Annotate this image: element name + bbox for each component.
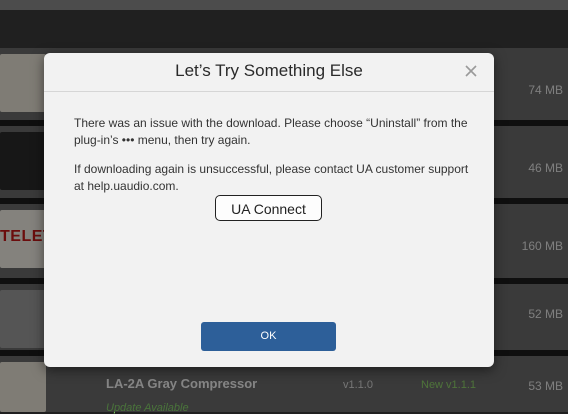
support-message: If downloading again is unsuccessful, pl… xyxy=(74,162,469,193)
ua-connect-button[interactable]: UA Connect xyxy=(215,195,322,221)
ok-button[interactable]: OK xyxy=(201,322,336,351)
error-message: There was an issue with the download. Pl… xyxy=(74,116,468,147)
close-icon[interactable] xyxy=(464,61,480,81)
error-dialog: Let’s Try Something Else There was an is… xyxy=(44,53,494,367)
dialog-title: Let’s Try Something Else xyxy=(175,61,363,80)
dialog-divider xyxy=(44,91,494,92)
